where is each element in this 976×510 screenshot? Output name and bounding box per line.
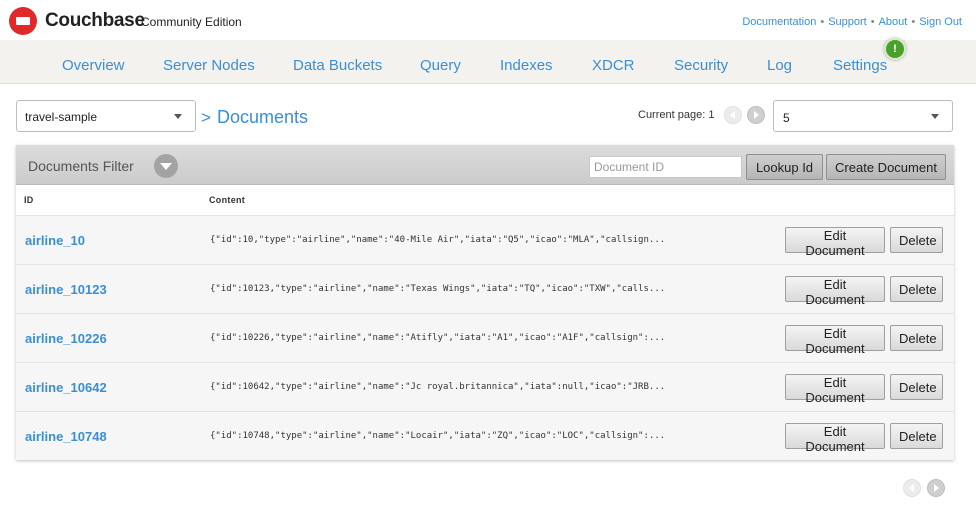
next-page-icon [934,484,939,492]
brand-name: Couchbase [45,10,145,31]
nav-indexes[interactable]: Indexes [500,57,553,74]
nav-data-buckets[interactable]: Data Buckets [293,57,382,74]
edit-document-button[interactable]: Edit Document [785,423,885,454]
link-separator: • [911,16,916,28]
bucket-select[interactable]: travel-sample [16,100,196,132]
breadcrumb-separator: > [201,108,211,127]
edit-document-button[interactable]: Edit Document [785,227,885,258]
alert-badge-icon[interactable]: ! [884,38,906,60]
nav-xdcr[interactable]: XDCR [592,57,635,74]
filter-toggle-icon[interactable] [154,154,178,178]
sign-out-link[interactable]: Sign Out [919,16,962,28]
document-content: {"id":10748,"type":"airline","name":"Loc… [210,431,666,441]
next-page-button[interactable] [747,106,765,124]
documents-list: airline_10 {"id":10,"type":"airline","na… [16,215,954,460]
bucket-select-value: travel-sample [25,110,98,124]
top-links: Documentation • Support • About • Sign Out [742,16,962,28]
document-id-input[interactable] [589,156,742,178]
delete-button[interactable]: Delete [890,276,943,302]
page-title: Documents [217,107,309,127]
document-id-link[interactable]: airline_10642 [25,380,107,395]
nav-settings[interactable]: Settings [833,57,887,74]
prev-page-icon [730,111,735,119]
nav-server-nodes[interactable]: Server Nodes [163,57,255,74]
nav-query[interactable]: Query [420,57,461,74]
documents-filter-bar: Documents Filter Lookup Id Create Docume… [16,145,954,185]
nav-overview[interactable]: Overview [62,57,125,74]
delete-button[interactable]: Delete [890,423,943,449]
app-window: Couchbase Community Edition Documentatio… [0,0,976,510]
next-page-button[interactable] [927,479,945,497]
page-size-select[interactable]: 5 [773,100,953,132]
prev-page-button[interactable] [903,479,921,497]
edition-label: Community Edition [141,15,242,29]
filter-title: Documents Filter [28,158,134,174]
table-row: airline_10748 {"id":10748,"type":"airlin… [16,411,954,460]
prev-page-button[interactable] [724,106,742,124]
document-id-link[interactable]: airline_10226 [25,331,107,346]
document-content: {"id":10123,"type":"airline","name":"Tex… [210,284,666,294]
edit-document-button[interactable]: Edit Document [785,276,885,307]
next-page-icon [754,111,759,119]
document-content: {"id":10,"type":"airline","name":"40-Mil… [210,235,666,245]
lookup-id-button[interactable]: Lookup Id [746,154,823,180]
main-nav: Overview Server Nodes Data Buckets Query… [0,40,976,84]
link-separator: • [870,16,875,28]
delete-button[interactable]: Delete [890,227,943,253]
column-header-content: Content [209,195,246,205]
document-id-link[interactable]: airline_10 [25,233,85,248]
documentation-link[interactable]: Documentation [742,16,816,28]
document-id-link[interactable]: airline_10748 [25,429,107,444]
table-row: airline_10226 {"id":10226,"type":"airlin… [16,313,954,362]
delete-button[interactable]: Delete [890,374,943,400]
about-link[interactable]: About [879,16,908,28]
column-header-id: ID [24,195,34,205]
current-page-label: Current page: 1 [638,109,715,121]
chevron-down-icon [931,114,939,119]
document-id-link[interactable]: airline_10123 [25,282,107,297]
create-document-button[interactable]: Create Document [826,154,946,180]
couchbase-logo-icon [9,7,37,35]
link-separator: • [820,16,825,28]
edit-document-button[interactable]: Edit Document [785,325,885,356]
nav-log[interactable]: Log [767,57,792,74]
document-content: {"id":10642,"type":"airline","name":"Jc … [210,382,666,392]
top-header: Couchbase Community Edition Documentatio… [0,0,976,40]
delete-button[interactable]: Delete [890,325,943,351]
table-row: airline_10123 {"id":10123,"type":"airlin… [16,264,954,313]
support-link[interactable]: Support [828,16,867,28]
edit-document-button[interactable]: Edit Document [785,374,885,405]
documents-panel: Documents Filter Lookup Id Create Docume… [16,145,954,460]
table-row: airline_10 {"id":10,"type":"airline","na… [16,215,954,264]
table-row: airline_10642 {"id":10642,"type":"airlin… [16,362,954,411]
chevron-down-icon [174,114,182,119]
prev-page-icon [909,484,914,492]
page-size-value: 5 [783,111,790,125]
document-content: {"id":10226,"type":"airline","name":"Ati… [210,333,666,343]
nav-security[interactable]: Security [674,57,728,74]
